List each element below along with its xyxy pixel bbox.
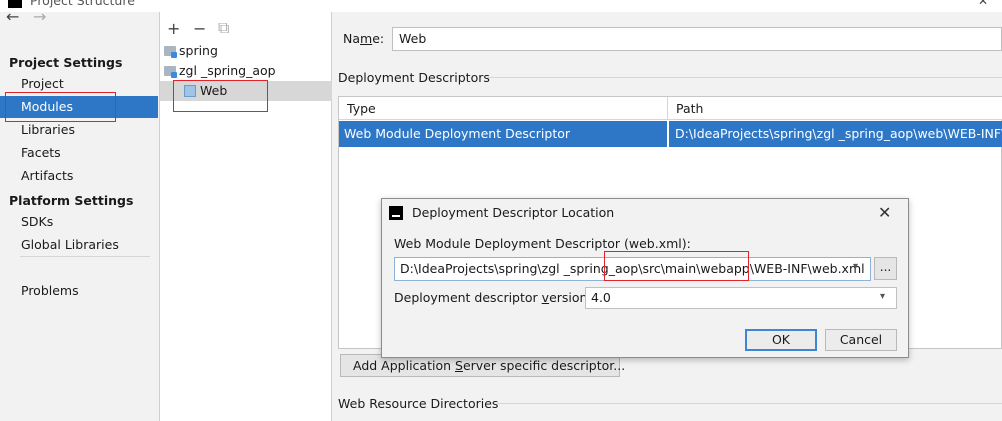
sidebar-item-facets[interactable]: Facets (21, 142, 159, 164)
tree-item-zgl-spring-aop[interactable]: zgl _spring_aop (160, 61, 332, 81)
descriptor-path-label: Web Module Deployment Descriptor (web.xm… (394, 236, 691, 251)
platform-settings-header: Platform Settings (9, 193, 134, 208)
group-separator (497, 403, 1002, 404)
name-input[interactable]: Web (392, 27, 1002, 51)
sidebar-item-libraries[interactable]: Libraries (21, 119, 159, 141)
chevron-down-icon[interactable]: ▾ (853, 261, 858, 272)
deployment-descriptors-title: Deployment Descriptors (338, 70, 490, 85)
table-cell-path[interactable]: D:\IdeaProjects\spring\zgl _spring_aop\w… (669, 121, 1002, 147)
add-icon[interactable]: + (167, 21, 180, 37)
intellij-logo-icon (389, 206, 403, 220)
sidebar-item-problems[interactable]: Problems (21, 280, 159, 302)
close-icon[interactable]: ✕ (978, 0, 988, 8)
module-folder-icon (164, 46, 177, 58)
sidebar-item-sdks[interactable]: SDKs (21, 211, 159, 233)
tree-item-label: zgl _spring_aop (179, 63, 276, 78)
version-select[interactable]: 4.0 (585, 287, 897, 309)
sidebar-item-global-libraries[interactable]: Global Libraries (21, 234, 159, 256)
highlight-box-path (604, 251, 749, 281)
ok-button[interactable]: OK (745, 329, 817, 351)
chevron-down-icon[interactable]: ▾ (880, 291, 885, 302)
column-header-path[interactable]: Path (668, 97, 1002, 120)
sidebar-item-artifacts[interactable]: Artifacts (21, 165, 159, 187)
module-folder-icon (164, 66, 177, 78)
web-resource-directories-title: Web Resource Directories (338, 396, 499, 411)
forward-arrow-icon[interactable]: → (33, 9, 46, 25)
browse-button[interactable]: ... (874, 257, 897, 280)
close-icon[interactable]: ✕ (878, 203, 891, 222)
highlight-box-web (173, 80, 268, 112)
column-header-type[interactable]: Type (339, 97, 668, 120)
sidebar-divider (20, 256, 150, 257)
copy-icon[interactable]: ⧉ (218, 20, 229, 36)
title-bar (0, 0, 1002, 12)
highlight-box-modules (5, 92, 116, 122)
table-cell-type[interactable]: Web Module Deployment Descriptor (339, 121, 668, 147)
back-arrow-icon[interactable]: ← (6, 9, 19, 25)
tree-item-label: spring (179, 43, 218, 58)
cancel-button[interactable]: Cancel (825, 329, 897, 351)
remove-icon[interactable]: − (193, 21, 206, 37)
version-label: Deployment descriptor version (394, 290, 588, 305)
name-label: Name: (343, 31, 385, 46)
tree-item-spring[interactable]: spring (160, 41, 332, 61)
group-separator (487, 77, 1002, 78)
dialog-title: Deployment Descriptor Location (412, 205, 615, 220)
project-settings-header: Project Settings (9, 55, 123, 70)
